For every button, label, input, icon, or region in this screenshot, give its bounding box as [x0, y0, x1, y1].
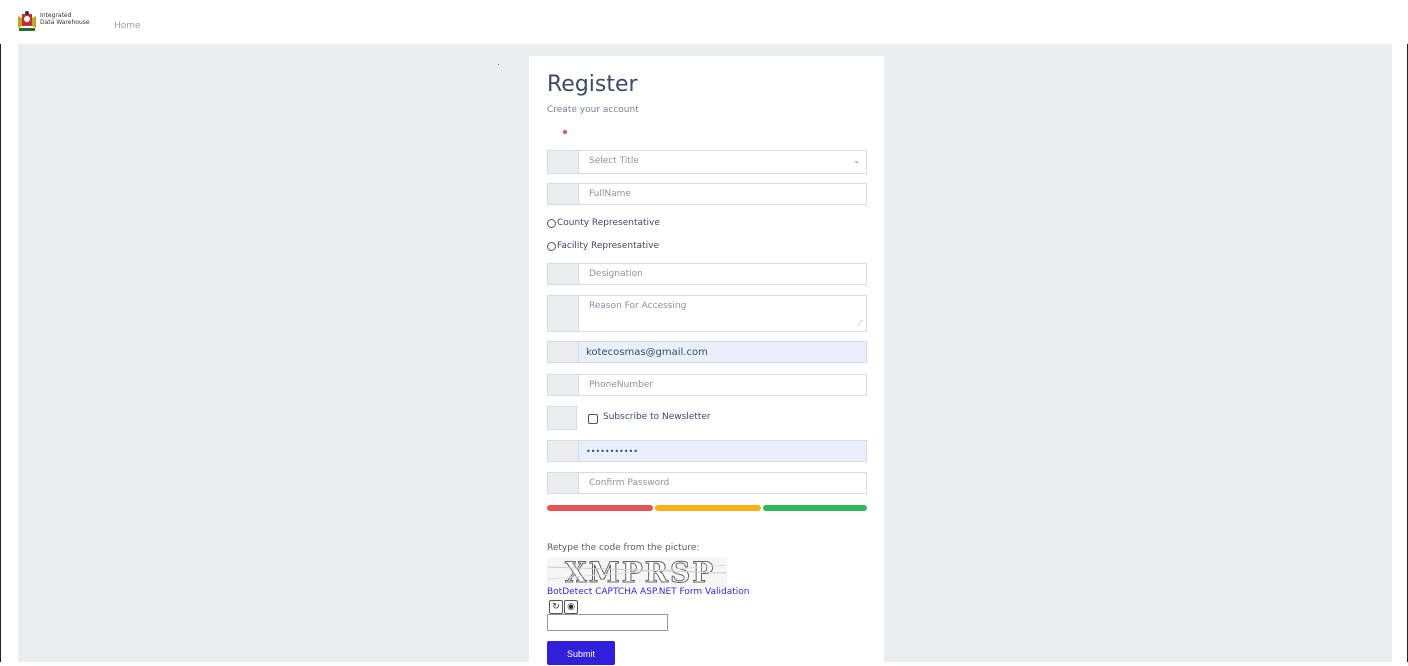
- password-prefix: [548, 441, 579, 461]
- confirm-password-input[interactable]: Confirm Password: [547, 472, 867, 494]
- stray-dot: [498, 64, 499, 65]
- resize-handle-icon[interactable]: ⟋: [857, 319, 863, 329]
- radio-county-row[interactable]: County Representative: [547, 218, 660, 228]
- sound-icon[interactable]: ◉: [564, 600, 578, 614]
- radio-facility-label: Facility Representative: [557, 241, 660, 251]
- email-value: kotecosmas@gmail.com: [586, 347, 708, 358]
- submit-button[interactable]: Submit: [547, 641, 615, 665]
- captcha-image: XMPRSP: [546, 556, 728, 590]
- title-select-prefix: [548, 151, 579, 173]
- phone-input[interactable]: PhoneNumber: [547, 374, 867, 396]
- page-title: Register: [547, 72, 638, 97]
- confirm-password-placeholder: Confirm Password: [589, 478, 670, 488]
- phone-prefix: [548, 375, 579, 395]
- radio-county[interactable]: [547, 218, 556, 228]
- logo-text-line1: Integrated: [40, 12, 72, 19]
- reload-icon[interactable]: ↻: [549, 600, 563, 614]
- reason-textarea[interactable]: Reason For Accessing ⟋: [547, 295, 867, 332]
- designation-prefix: [548, 264, 579, 284]
- password-field[interactable]: •••••••••••: [547, 440, 867, 462]
- page-subtitle: Create your account: [547, 105, 639, 115]
- radio-facility[interactable]: [547, 241, 556, 251]
- logo-text-line2: Data Warehouse: [40, 19, 90, 26]
- logo-text: Integrated Data Warehouse: [40, 12, 90, 26]
- newsletter-checkbox[interactable]: [588, 414, 598, 424]
- strength-bar-weak: [547, 505, 653, 511]
- fullname-input[interactable]: FullName: [547, 183, 867, 205]
- reason-placeholder: Reason For Accessing: [589, 301, 687, 311]
- email-field[interactable]: kotecosmas@gmail.com: [547, 341, 867, 363]
- required-indicator: [563, 130, 567, 134]
- phone-placeholder: PhoneNumber: [589, 380, 654, 390]
- strength-bar-strong: [763, 505, 867, 511]
- chevron-down-icon: ⌄: [853, 156, 860, 165]
- nav-home-link[interactable]: Home: [114, 21, 141, 31]
- fullname-prefix: [548, 184, 579, 204]
- strength-bar-medium: [655, 505, 761, 511]
- captcha-input[interactable]: [547, 614, 668, 631]
- botdetect-link[interactable]: BotDetect CAPTCHA ASP.NET Form Validatio…: [547, 587, 750, 597]
- newsletter-prefix: [547, 406, 577, 430]
- newsletter-row: Subscribe to Newsletter: [547, 406, 867, 430]
- designation-placeholder: Designation: [589, 269, 643, 279]
- coat-of-arms-logo-icon[interactable]: [16, 10, 38, 32]
- radio-facility-row[interactable]: Facility Representative: [547, 241, 659, 251]
- confirm-password-prefix: [548, 473, 579, 493]
- title-select[interactable]: Select Title ⌄: [547, 150, 867, 174]
- fullname-placeholder: FullName: [589, 189, 631, 199]
- reason-prefix: [548, 296, 579, 331]
- email-prefix: [548, 342, 579, 362]
- designation-input[interactable]: Designation: [547, 263, 867, 285]
- top-navbar: Integrated Data Warehouse Home: [0, 0, 1408, 44]
- password-value: •••••••••••: [586, 447, 638, 456]
- title-select-value: Select Title: [589, 156, 639, 166]
- captcha-label: Retype the code from the picture:: [547, 543, 700, 553]
- radio-county-label: County Representative: [557, 218, 660, 228]
- newsletter-label[interactable]: Subscribe to Newsletter: [603, 412, 711, 422]
